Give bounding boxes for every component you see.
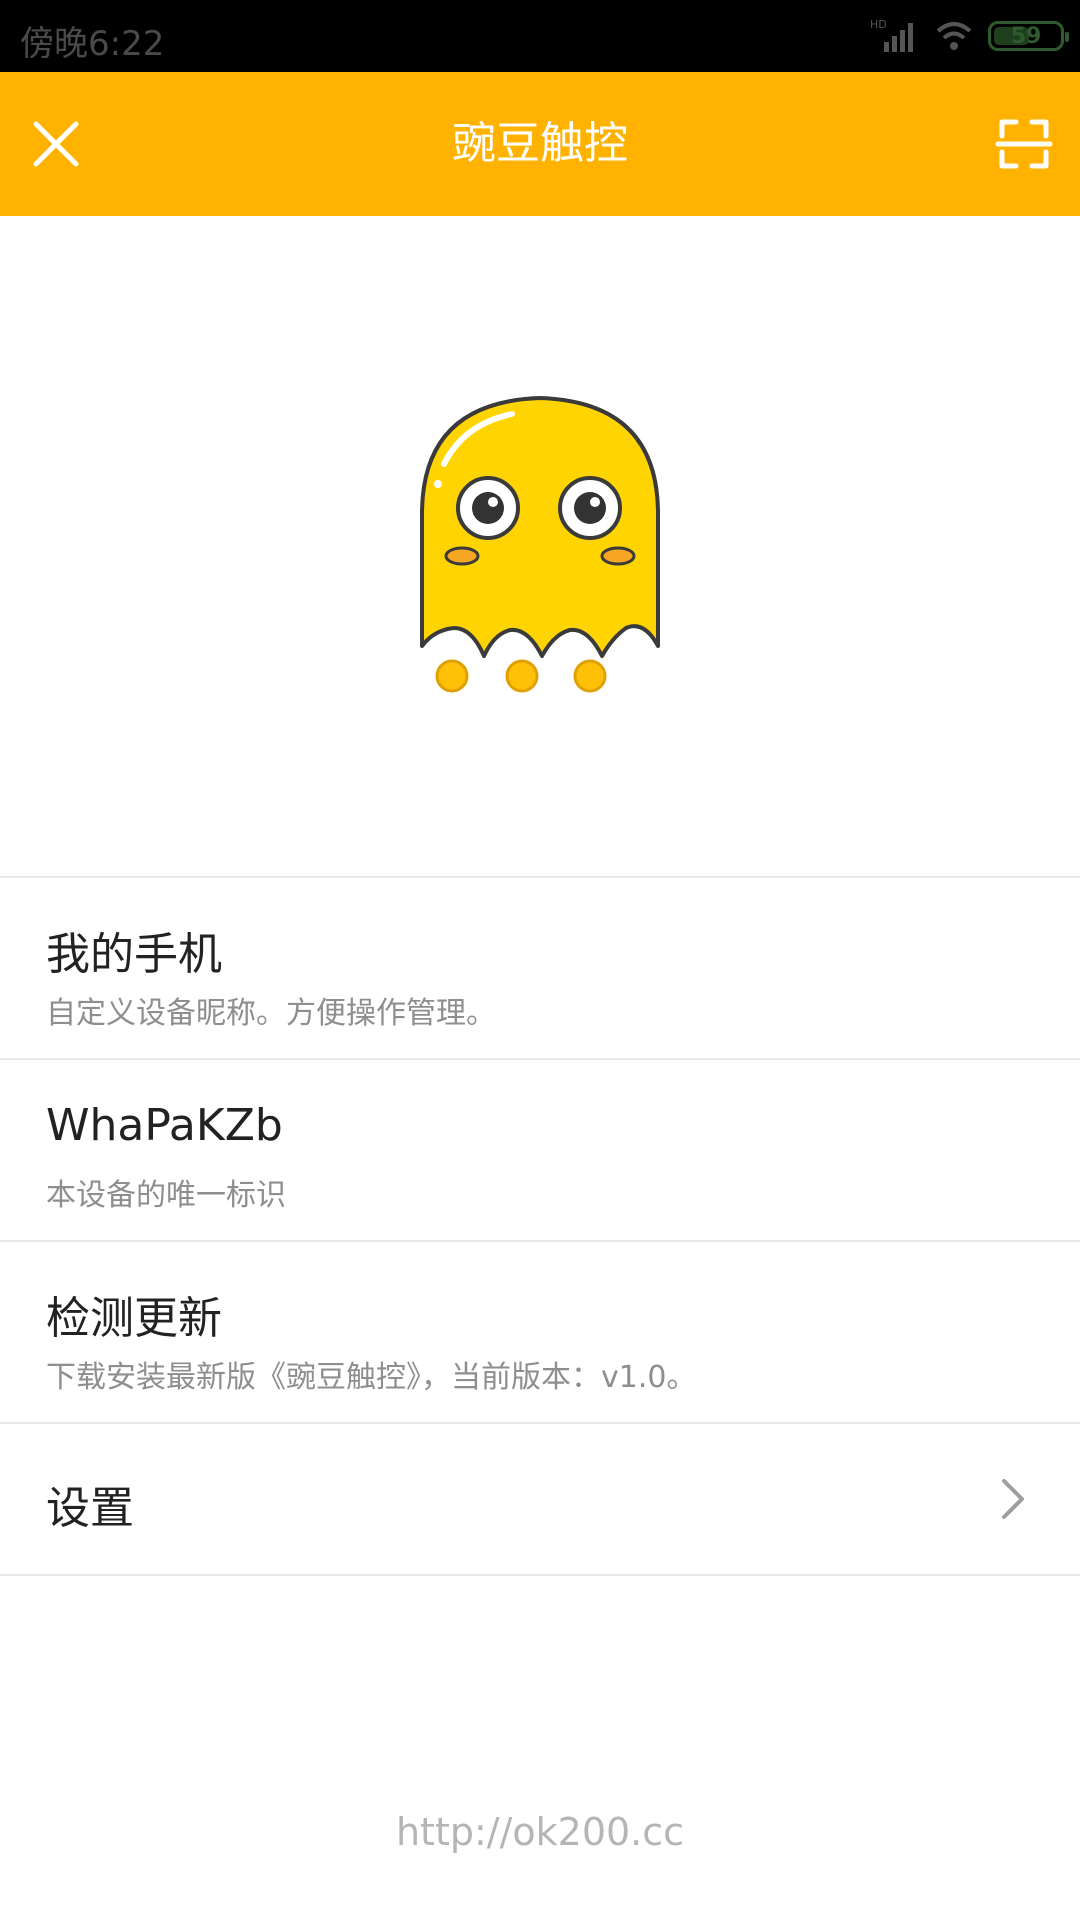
chevron-right-icon	[1002, 1479, 1024, 1519]
app-bar: 豌豆触控	[0, 72, 1080, 216]
ghost-mascot-icon	[420, 396, 660, 693]
status-time: 傍晚6:22	[20, 24, 165, 64]
device-id-title: WhaPaKZb	[46, 1100, 283, 1151]
my-phone-title: 我的手机	[46, 929, 222, 980]
scan-icon	[995, 119, 1053, 169]
my-phone-item[interactable]: 我的手机 自定义设备昵称。方便操作管理。	[0, 878, 1080, 1058]
website-link[interactable]: http://ok200.cc	[0, 1810, 1080, 1854]
check-update-item[interactable]: 检测更新 下载安装最新版《豌豆触控》，当前版本：v1.0。	[0, 1242, 1080, 1422]
scan-button[interactable]	[988, 108, 1060, 180]
check-update-subtitle: 下载安装最新版《豌豆触控》，当前版本：v1.0。	[46, 1360, 697, 1395]
svg-text:HD: HD	[870, 18, 887, 31]
my-phone-subtitle: 自定义设备昵称。方便操作管理。	[46, 996, 496, 1031]
settings-title: 设置	[46, 1483, 134, 1534]
wifi-icon	[936, 22, 972, 50]
cellular-signal-icon: HD	[870, 18, 913, 52]
page-title: 豌豆触控	[452, 118, 628, 169]
device-id-item[interactable]: WhaPaKZb 本设备的唯一标识	[0, 1060, 1080, 1240]
battery-indicator: 59	[988, 21, 1069, 51]
divider	[0, 1574, 1080, 1576]
status-bar: 傍晚6:22 HD 59	[0, 0, 1080, 72]
status-icons: HD 59	[870, 16, 1069, 56]
settings-item[interactable]: 设置	[0, 1424, 1080, 1574]
device-id-subtitle: 本设备的唯一标识	[46, 1178, 286, 1213]
battery-percent: 59	[1010, 23, 1042, 49]
check-update-title: 检测更新	[46, 1293, 222, 1344]
